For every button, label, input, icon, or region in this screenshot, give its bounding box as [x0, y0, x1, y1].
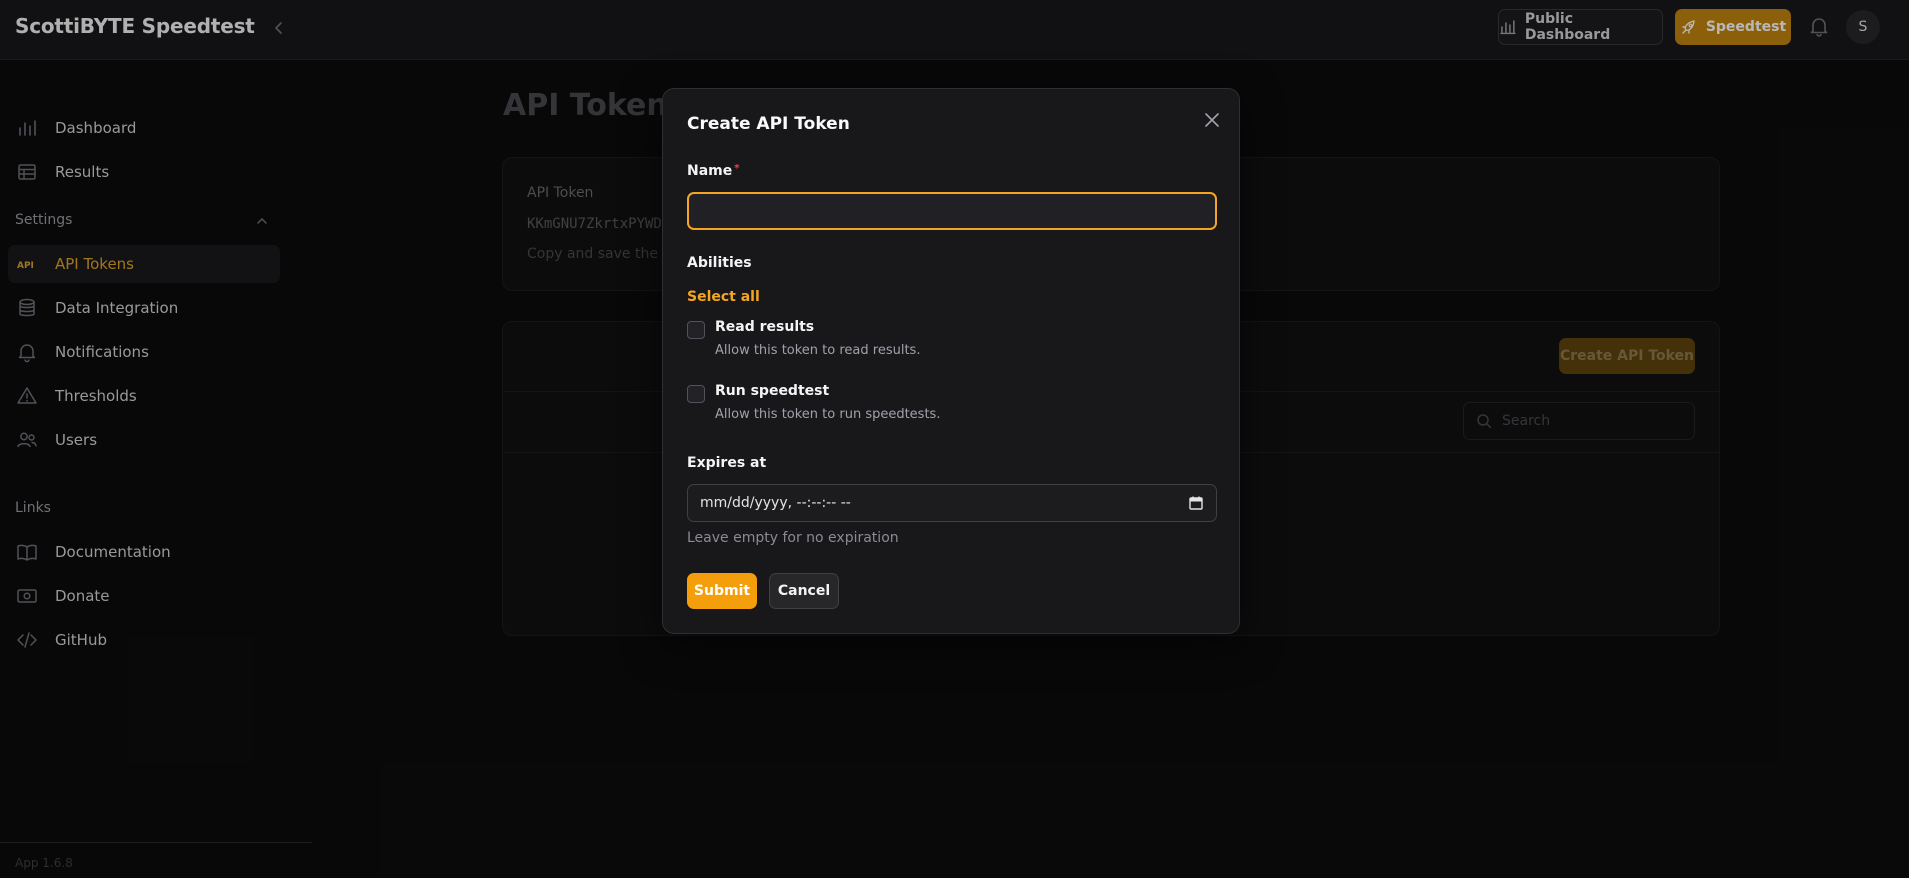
modal-title: Create API Token: [687, 114, 850, 134]
read-results-checkbox[interactable]: [687, 321, 705, 339]
expires-at-label: Expires at: [687, 455, 767, 471]
expires-at-input[interactable]: mm/dd/yyyy, --:--:-- --: [687, 484, 1217, 522]
expires-at-placeholder: mm/dd/yyyy, --:--:-- --: [700, 495, 851, 511]
close-icon: [1205, 113, 1219, 127]
read-results-label[interactable]: Read results: [715, 319, 814, 335]
name-label-text: Name: [687, 163, 733, 179]
abilities-label: Abilities: [687, 255, 752, 271]
expires-help-text: Leave empty for no expiration: [687, 530, 899, 546]
run-speedtest-checkbox[interactable]: [687, 385, 705, 403]
read-results-help: Allow this token to read results.: [715, 343, 921, 358]
name-field-label: Name *: [687, 163, 739, 179]
run-speedtest-help: Allow this token to run speedtests.: [715, 407, 941, 422]
run-speedtest-label[interactable]: Run speedtest: [715, 383, 829, 399]
cancel-button[interactable]: Cancel: [769, 573, 839, 609]
required-mark: *: [734, 163, 740, 174]
name-input[interactable]: [687, 192, 1217, 230]
close-modal-button[interactable]: [1199, 107, 1225, 133]
select-all-link[interactable]: Select all: [687, 289, 760, 305]
submit-button[interactable]: Submit: [687, 573, 757, 609]
create-api-token-modal: Create API Token Name * Abilities Select …: [662, 88, 1240, 634]
calendar-icon[interactable]: [1188, 495, 1204, 511]
